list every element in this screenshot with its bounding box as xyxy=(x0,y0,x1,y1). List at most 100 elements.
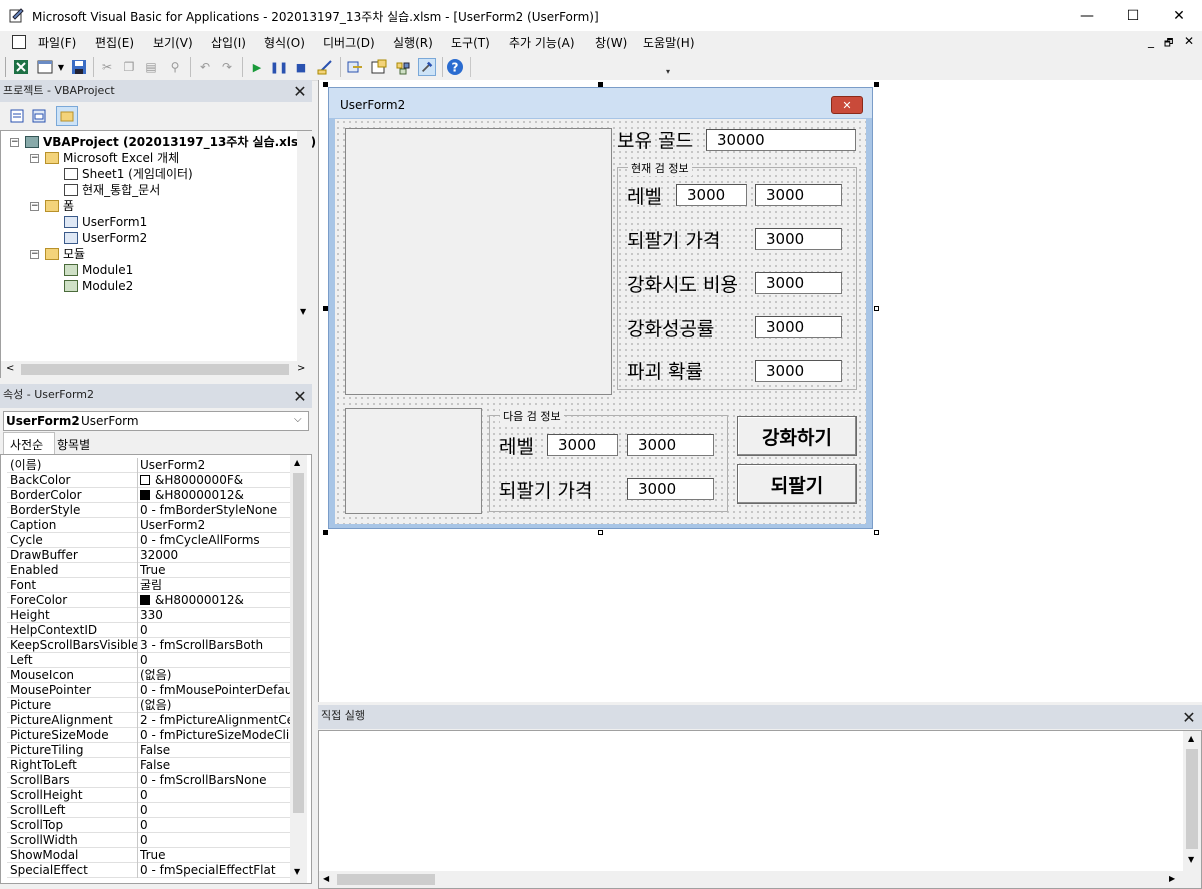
sell-button[interactable]: 되팔기 xyxy=(737,464,857,504)
save-icon[interactable] xyxy=(70,58,88,76)
property-value[interactable]: 0 xyxy=(140,623,290,638)
property-value[interactable]: True xyxy=(140,848,290,863)
tree-workbook[interactable]: 현재_통합_문서 xyxy=(64,182,160,198)
forms-collapse-icon[interactable]: − xyxy=(30,202,39,211)
property-value[interactable]: (없음) xyxy=(140,698,290,713)
property-value[interactable]: &H80000012& xyxy=(140,488,290,503)
next-level-textbox-2[interactable]: 3000 xyxy=(627,434,714,456)
properties-panel-close-icon[interactable]: ✕ xyxy=(289,386,311,406)
property-row[interactable]: RightToLeft False xyxy=(7,758,290,773)
immediate-window[interactable]: ▲ ▼ ◀ ▶ xyxy=(318,730,1202,889)
property-value[interactable]: 32000 xyxy=(140,548,290,563)
property-row[interactable]: ScrollTop 0 xyxy=(7,818,290,833)
paste-icon[interactable]: ▤ xyxy=(142,58,160,76)
property-row[interactable]: PictureTiling False xyxy=(7,743,290,758)
scroll-right-icon[interactable]: ▶ xyxy=(1169,874,1175,883)
scroll-right-icon[interactable]: > xyxy=(297,363,305,374)
menu-run[interactable]: 실행(R) xyxy=(393,34,433,51)
vscroll-thumb[interactable] xyxy=(1186,749,1198,849)
project-tree-hscroll[interactable]: < > xyxy=(1,361,312,378)
next-sell-textbox[interactable]: 3000 xyxy=(627,478,714,500)
scroll-left-icon[interactable]: < xyxy=(6,363,14,374)
resize-handle[interactable] xyxy=(874,82,879,87)
property-row[interactable]: SpecialEffect 0 - fmSpecialEffectFlat xyxy=(7,863,290,878)
reset-icon[interactable]: ■ xyxy=(292,58,310,76)
tree-module1[interactable]: Module1 xyxy=(64,262,133,278)
property-row[interactable]: Picture (없음) xyxy=(7,698,290,713)
menu-insert[interactable]: 삽입(I) xyxy=(211,34,246,51)
document-menu-icon[interactable] xyxy=(12,35,26,49)
userform[interactable]: UserForm2 ✕ 보유 골드 30000 현재 검 정보 레벨 3000 … xyxy=(328,87,873,529)
design-mode-icon[interactable] xyxy=(316,58,334,76)
immediate-panel-close-icon[interactable]: ✕ xyxy=(1178,707,1200,727)
tree-modules[interactable]: 모듈 xyxy=(45,246,85,262)
property-value[interactable]: 3 - fmScrollBarsBoth xyxy=(140,638,290,653)
modules-collapse-icon[interactable]: − xyxy=(30,250,39,259)
userform-canvas[interactable]: 보유 골드 30000 현재 검 정보 레벨 3000 3000 되팔기 가격 … xyxy=(335,119,866,524)
property-value[interactable]: 2 - fmPictureAlignmentCenter xyxy=(140,713,290,728)
property-value[interactable]: 330 xyxy=(140,608,290,623)
hscroll-thumb[interactable] xyxy=(337,874,435,885)
scroll-up-icon[interactable]: ▲ xyxy=(1188,734,1194,743)
property-value[interactable]: &H80000012& xyxy=(140,593,290,608)
property-row[interactable]: BorderStyle 0 - fmBorderStyleNone xyxy=(7,503,290,518)
property-grid-vscroll[interactable]: ▲ ▼ xyxy=(290,455,307,883)
help-icon[interactable]: ? xyxy=(446,58,464,76)
property-value[interactable]: UserForm2 xyxy=(140,518,290,533)
next-level-textbox-1[interactable]: 3000 xyxy=(547,434,618,456)
userform-close-icon[interactable]: ✕ xyxy=(831,96,863,114)
property-value[interactable]: &H8000000F& xyxy=(140,473,290,488)
current-destroy-textbox[interactable]: 3000 xyxy=(755,360,842,382)
run-icon[interactable]: ▶ xyxy=(248,58,266,76)
immediate-vscroll[interactable]: ▲ ▼ xyxy=(1183,731,1201,871)
property-value[interactable]: True xyxy=(140,563,290,578)
resize-handle[interactable] xyxy=(598,530,603,535)
menu-view[interactable]: 보기(V) xyxy=(153,34,193,51)
property-row[interactable]: Height 330 xyxy=(7,608,290,623)
toolbox-icon[interactable] xyxy=(418,58,436,76)
property-row[interactable]: PictureSizeMode 0 - fmPictureSizeModeClip xyxy=(7,728,290,743)
minimize-button[interactable]: — xyxy=(1064,0,1110,31)
current-success-textbox[interactable]: 3000 xyxy=(755,316,842,338)
tree-userform1[interactable]: UserForm1 xyxy=(64,214,147,230)
property-value[interactable]: 0 - fmMousePointerDefault xyxy=(140,683,290,698)
current-level-textbox-1[interactable]: 3000 xyxy=(676,184,747,206)
object-browser-icon[interactable] xyxy=(394,58,412,76)
property-value[interactable]: False xyxy=(140,758,290,773)
property-row[interactable]: Enabled True xyxy=(7,563,290,578)
property-row[interactable]: HelpContextID 0 xyxy=(7,623,290,638)
property-row[interactable]: DrawBuffer 32000 xyxy=(7,548,290,563)
property-row[interactable]: MouseIcon (없음) xyxy=(7,668,290,683)
next-sword-image[interactable] xyxy=(345,408,482,514)
tree-vbaproject[interactable]: VBAProject (202013197_13주차 실습.xlsm) xyxy=(25,134,316,150)
next-sword-frame[interactable]: 다음 검 정보 레벨 3000 3000 되팔기 가격 3000 xyxy=(489,408,728,512)
tab-alphabetic[interactable]: 사전순 xyxy=(3,432,55,454)
current-sell-textbox[interactable]: 3000 xyxy=(755,228,842,250)
toggle-folders-icon[interactable] xyxy=(56,106,78,126)
cut-icon[interactable]: ✂ xyxy=(98,58,116,76)
property-value[interactable]: 0 xyxy=(140,803,290,818)
resize-handle[interactable] xyxy=(874,530,879,535)
property-value[interactable]: False xyxy=(140,743,290,758)
project-tree-vscroll[interactable]: ▼ xyxy=(297,131,312,361)
property-row[interactable]: PictureAlignment 2 - fmPictureAlignmentCe… xyxy=(7,713,290,728)
property-row[interactable]: BackColor &H8000000F& xyxy=(7,473,290,488)
chevron-down-icon[interactable]: ⌵ xyxy=(294,414,302,425)
property-value[interactable]: 0 - fmPictureSizeModeClip xyxy=(140,728,290,743)
redo-icon[interactable]: ↷ xyxy=(218,58,236,76)
property-row[interactable]: ForeColor &H80000012& xyxy=(7,593,290,608)
break-icon[interactable]: ❚❚ xyxy=(270,58,288,76)
property-row[interactable]: Caption UserForm2 xyxy=(7,518,290,533)
tree-module2[interactable]: Module2 xyxy=(64,278,133,294)
tree-sheet1[interactable]: Sheet1 (게임데이터) xyxy=(64,166,193,182)
view-code-icon[interactable] xyxy=(8,107,26,125)
property-row[interactable]: ScrollBars 0 - fmScrollBarsNone xyxy=(7,773,290,788)
copy-icon[interactable]: ❐ xyxy=(120,58,138,76)
doc-restore-button[interactable]: 🗗 xyxy=(1164,36,1173,53)
menu-addins[interactable]: 추가 기능(A) xyxy=(509,34,575,51)
maximize-button[interactable]: ☐ xyxy=(1110,0,1156,31)
scroll-down-icon[interactable]: ▼ xyxy=(300,307,306,316)
root-collapse-icon[interactable]: − xyxy=(10,138,19,147)
enhance-button[interactable]: 강화하기 xyxy=(737,416,857,456)
property-row[interactable]: KeepScrollBarsVisible 3 - fmScrollBarsBot… xyxy=(7,638,290,653)
